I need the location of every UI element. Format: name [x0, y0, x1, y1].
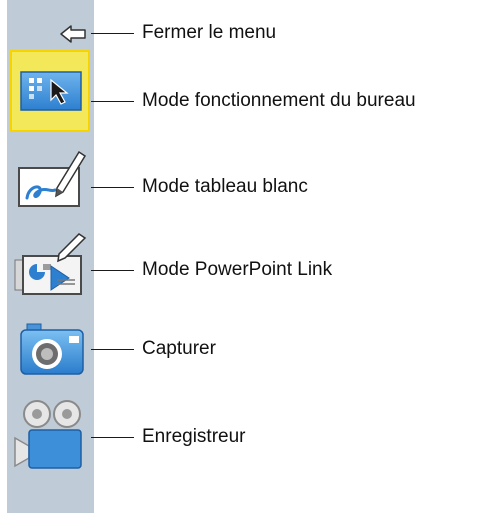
capture-label: Capturer: [142, 338, 216, 359]
whiteboard-mode-button[interactable]: [7, 144, 94, 224]
close-menu-button[interactable]: [7, 18, 94, 50]
desktop-pointer-icon: [20, 71, 82, 111]
desktop-mode-button[interactable]: [7, 50, 94, 134]
close-menu-label: Fermer le menu: [142, 22, 277, 43]
camera-icon: [20, 323, 84, 375]
video-recorder-icon: [14, 400, 82, 469]
callout-line-desktop: [91, 101, 134, 102]
callout-line-recorder: [91, 437, 134, 438]
whiteboard-pen-icon: [18, 150, 87, 207]
powerpoint-link-mode-label: Mode PowerPoint Link: [142, 259, 333, 280]
callout-line-powerpoint: [91, 270, 134, 271]
callout-line-whiteboard: [91, 187, 134, 188]
callout-line-close: [91, 33, 134, 34]
desktop-mode-label: Mode fonctionnement du bureau: [142, 90, 416, 111]
recorder-label: Enregistreur: [142, 426, 246, 447]
recorder-button[interactable]: [7, 392, 94, 472]
powerpoint-link-mode-button[interactable]: [7, 228, 94, 308]
callout-line-capture: [91, 349, 134, 350]
powerpoint-link-icon: [14, 233, 87, 295]
toolbar-menu: [7, 0, 94, 513]
whiteboard-mode-label: Mode tableau blanc: [142, 176, 308, 197]
arrow-left-icon: [60, 25, 86, 43]
capture-button[interactable]: [7, 316, 94, 388]
